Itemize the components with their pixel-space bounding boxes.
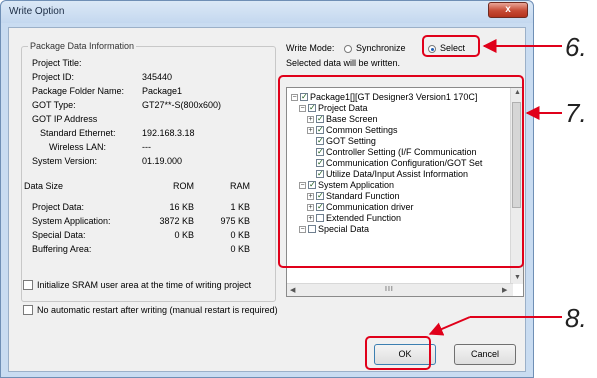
arrow-to-ok-button xyxy=(428,316,471,336)
step-7-label: 7. xyxy=(565,98,587,128)
step-8-label: 8. xyxy=(565,303,587,333)
step-6-label: 6. xyxy=(565,32,587,62)
callout-arrows xyxy=(428,39,562,336)
